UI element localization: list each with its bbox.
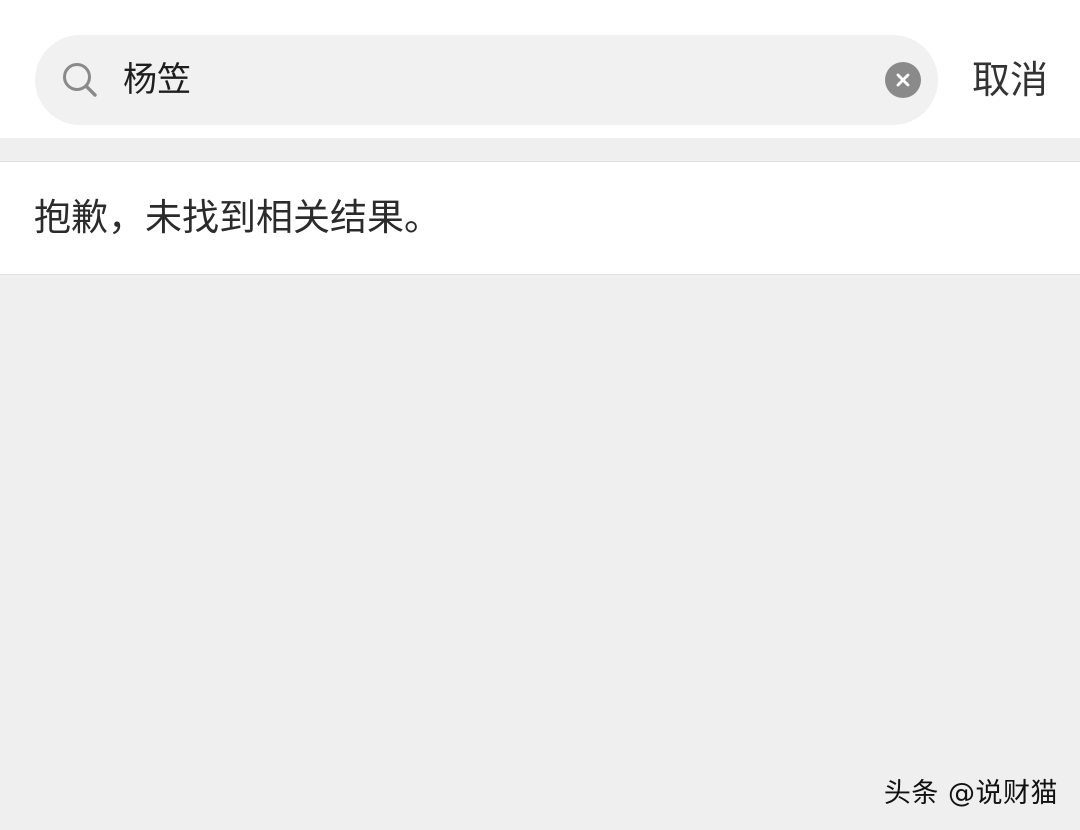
watermark-text: 头条 @说财猫 — [883, 778, 1058, 809]
search-bar[interactable] — [35, 35, 938, 125]
no-results-message: 抱歉，未找到相关结果。 — [34, 196, 441, 239]
search-results-panel: 抱歉，未找到相关结果。 — [0, 161, 1080, 275]
clear-search-icon[interactable] — [885, 62, 921, 98]
search-page: 取消 抱歉，未找到相关结果。 头条 @说财猫 — [0, 0, 1080, 830]
search-icon — [63, 63, 97, 97]
search-header: 取消 — [0, 0, 1080, 138]
cancel-button[interactable]: 取消 — [972, 50, 1062, 110]
search-input[interactable] — [123, 51, 853, 109]
